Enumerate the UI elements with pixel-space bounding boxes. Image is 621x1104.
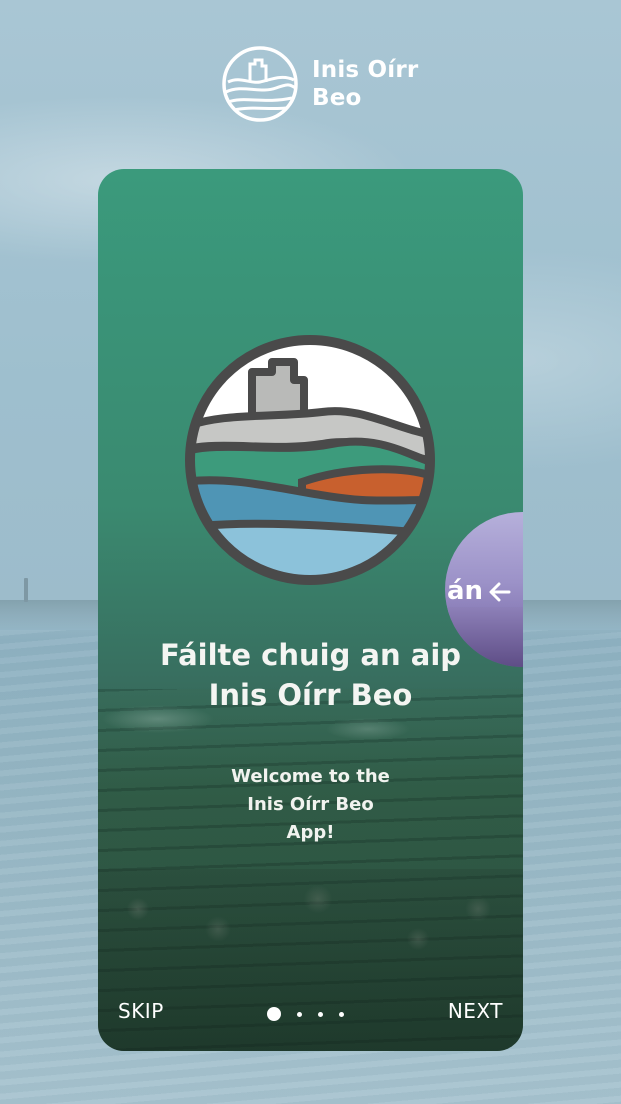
lighthouse bbox=[24, 578, 28, 602]
app-logo-text: Inis Oírr Beo bbox=[312, 56, 418, 112]
slide-subtitle-line2: Inis Oírr Beo bbox=[247, 794, 374, 815]
slide-subtitle-line3: App! bbox=[286, 822, 335, 843]
slide-subtitle: Welcome to the Inis Oírr Beo App! bbox=[98, 763, 523, 847]
page-dot[interactable] bbox=[297, 1011, 302, 1017]
app-logo: Inis Oírr Beo bbox=[220, 44, 418, 124]
slide-title-line2: Inis Oírr Beo bbox=[208, 678, 413, 712]
slide-title-line1: Fáilte chuig an aip bbox=[159, 638, 462, 672]
onboarding-card[interactable]: án Fáilte chuig an aip Inis Oírr Beo Wel… bbox=[98, 169, 523, 1051]
slide-title: Fáilte chuig an aip Inis Oírr Beo bbox=[98, 635, 523, 715]
app-logo-line1: Inis Oírr bbox=[312, 57, 419, 83]
page-dot-active[interactable] bbox=[267, 1007, 281, 1021]
page-indicator bbox=[267, 1007, 344, 1021]
island-emblem-icon bbox=[185, 335, 435, 585]
next-slide-peek-label: án bbox=[98, 576, 513, 606]
arrow-left-icon bbox=[489, 582, 511, 602]
app-logo-icon bbox=[222, 46, 298, 122]
next-slide-peek-text: án bbox=[446, 576, 483, 606]
page-dot[interactable] bbox=[318, 1011, 323, 1017]
slide-subtitle-line1: Welcome to the bbox=[231, 766, 390, 787]
page-dot[interactable] bbox=[339, 1011, 344, 1017]
skip-button[interactable]: SKIP bbox=[118, 999, 164, 1023]
card-stone-wall bbox=[98, 869, 523, 1051]
next-button[interactable]: NEXT bbox=[448, 999, 503, 1023]
app-logo-line2: Beo bbox=[312, 85, 362, 111]
